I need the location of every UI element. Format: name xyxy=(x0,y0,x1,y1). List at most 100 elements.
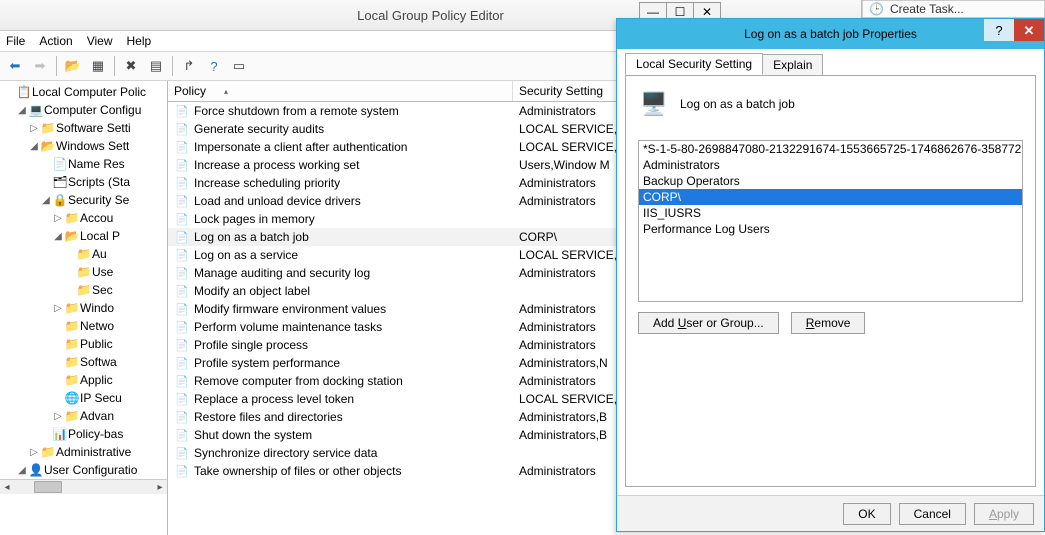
folder-icon: 📁 xyxy=(64,355,80,369)
tree-item[interactable]: ◢💻Computer Configu xyxy=(0,101,167,119)
policy-name-cell: Profile system performance xyxy=(194,356,340,370)
remove-button[interactable]: Remove xyxy=(791,312,866,334)
menu-help[interactable]: Help xyxy=(127,34,152,48)
policy-name-cell: Increase scheduling priority xyxy=(194,176,340,190)
tab-panel-local: 🖥️ Log on as a batch job *S-1-5-80-26988… xyxy=(625,75,1036,487)
tree-item-label: Sec xyxy=(92,283,113,297)
tree-item-label: Netwo xyxy=(80,319,114,333)
create-task-label: Create Task... xyxy=(890,2,964,16)
policy-name-cell: Lock pages in memory xyxy=(194,212,315,226)
tab-explain[interactable]: Explain xyxy=(762,54,823,75)
dialog-titlebar: Log on as a batch job Properties ? ✕ xyxy=(617,19,1044,49)
tree-expander-icon[interactable]: ◢ xyxy=(16,465,28,476)
apply-button[interactable]: Apply xyxy=(974,503,1034,525)
tree-item[interactable]: ◢📂Windows Sett xyxy=(0,137,167,155)
cancel-button[interactable]: Cancel xyxy=(899,503,966,525)
tree-item-label: Use xyxy=(92,265,113,279)
member-item[interactable]: IIS_IUSRS xyxy=(639,205,1022,221)
tree-expander-icon[interactable]: ◢ xyxy=(40,195,52,206)
menu-file[interactable]: File xyxy=(6,34,25,48)
tree-item[interactable]: 📁Softwa xyxy=(0,353,167,371)
policy-icon: 📄 xyxy=(174,321,190,334)
show-hide-tree-button[interactable]: ▦ xyxy=(87,55,109,77)
dialog-close-button[interactable]: ✕ xyxy=(1014,19,1044,41)
members-listbox[interactable]: *S-1-5-80-2698847080-2132291674-15536657… xyxy=(638,140,1023,302)
tree-item[interactable]: 📁Public xyxy=(0,335,167,353)
filter-button[interactable]: ▭ xyxy=(228,55,250,77)
tree-item[interactable]: 🗂Scripts (Sta xyxy=(0,173,167,191)
member-buttons: Add User or Group... Remove xyxy=(638,312,1023,334)
tree-item[interactable]: ▷📁Accou xyxy=(0,209,167,227)
policy-icon: 📄 xyxy=(174,339,190,352)
policy-icon: 📄 xyxy=(174,375,190,388)
dialog-body: Local Security Setting Explain 🖥️ Log on… xyxy=(617,49,1044,495)
tree-expander-icon[interactable]: ▷ xyxy=(52,411,64,422)
add-user-or-group-button[interactable]: Add User or Group... xyxy=(638,312,779,334)
tree-item-label: Name Res xyxy=(68,157,125,171)
policy-name-cell: Shut down the system xyxy=(194,428,312,442)
tree-expander-icon[interactable]: ◢ xyxy=(28,141,40,152)
tab-local-security-setting[interactable]: Local Security Setting xyxy=(625,53,763,75)
member-item[interactable]: Performance Log Users xyxy=(639,221,1022,237)
task-icon: 🕒 xyxy=(869,2,884,16)
policy-icon: 📄 xyxy=(174,411,190,424)
menu-view[interactable]: View xyxy=(87,34,113,48)
create-task-item[interactable]: 🕒 Create Task... xyxy=(862,0,1045,18)
tree-item[interactable]: 📁Netwo xyxy=(0,317,167,335)
tree-item[interactable]: 📋Local Computer Polic xyxy=(0,83,167,101)
export-button[interactable]: ↱ xyxy=(178,55,200,77)
policy-name-cell: Modify firmware environment values xyxy=(194,302,386,316)
folder-icon: 🔒 xyxy=(52,193,68,207)
member-item[interactable]: *S-1-5-80-2698847080-2132291674-15536657… xyxy=(639,141,1022,157)
folder-icon: 📁 xyxy=(76,265,92,279)
tree-item[interactable]: ▷📁Advan xyxy=(0,407,167,425)
tree-expander-icon[interactable]: ◢ xyxy=(52,231,64,242)
scope-tree[interactable]: 📋Local Computer Polic◢💻Computer Configu▷… xyxy=(0,81,168,535)
tree-item[interactable]: 📁Applic xyxy=(0,371,167,389)
member-item[interactable]: Administrators xyxy=(639,157,1022,173)
help-button[interactable]: ? xyxy=(203,55,225,77)
tree-item[interactable]: 📊Policy-bas xyxy=(0,425,167,443)
tree-item[interactable]: ▷📁Administrative xyxy=(0,443,167,461)
policy-name-cell: Synchronize directory service data xyxy=(194,446,377,460)
tree-item[interactable]: ▷📁Windo xyxy=(0,299,167,317)
policy-icon: 📄 xyxy=(174,393,190,406)
member-item[interactable]: Backup Operators xyxy=(639,173,1022,189)
policy-icon: 📄 xyxy=(174,195,190,208)
up-button[interactable]: 📂 xyxy=(62,55,84,77)
policy-name-cell: Force shutdown from a remote system xyxy=(194,104,399,118)
tree-item-label: Scripts (Sta xyxy=(68,175,130,189)
tree-expander-icon[interactable]: ▷ xyxy=(52,303,64,314)
dialog-help-button[interactable]: ? xyxy=(984,19,1014,41)
ok-button[interactable]: OK xyxy=(843,503,890,525)
tree-expander-icon[interactable]: ▷ xyxy=(28,447,40,458)
policy-icon: 📄 xyxy=(174,105,190,118)
policy-header: 🖥️ Log on as a batch job xyxy=(638,88,1023,120)
tree-expander-icon[interactable]: ▷ xyxy=(28,123,40,134)
tree-item-label: Local P xyxy=(80,229,120,243)
tree-item[interactable]: ◢🔒Security Se xyxy=(0,191,167,209)
forward-button[interactable]: ➡ xyxy=(29,55,51,77)
menu-action[interactable]: Action xyxy=(39,34,72,48)
member-item[interactable]: CORP\ xyxy=(639,189,1022,205)
tree-item[interactable]: 🌐IP Secu xyxy=(0,389,167,407)
column-header-policy[interactable]: Policy ▴ xyxy=(168,81,513,101)
tree-expander-icon[interactable]: ▷ xyxy=(52,213,64,224)
tree-item[interactable]: 📁Use xyxy=(0,263,167,281)
policy-name-cell: Manage auditing and security log xyxy=(194,266,370,280)
tree-expander-icon[interactable]: ◢ xyxy=(16,105,28,116)
tree-item-label: Windows Sett xyxy=(56,139,129,153)
properties-button[interactable]: ▤ xyxy=(145,55,167,77)
tree-item[interactable]: 📁Sec xyxy=(0,281,167,299)
tree-item-label: Au xyxy=(92,247,107,261)
tree-item[interactable]: 📁Au xyxy=(0,245,167,263)
tree-horizontal-scrollbar[interactable]: ◂ ▸ xyxy=(0,479,167,494)
tree-item[interactable]: ◢📂Local P xyxy=(0,227,167,245)
scrollbar-thumb[interactable] xyxy=(34,481,62,493)
tree-item[interactable]: 📄Name Res xyxy=(0,155,167,173)
tree-item[interactable]: ▷📁Software Setti xyxy=(0,119,167,137)
back-button[interactable]: ⬅ xyxy=(4,55,26,77)
policy-name-cell: Impersonate a client after authenticatio… xyxy=(194,140,407,154)
delete-button[interactable]: ✖ xyxy=(120,55,142,77)
tree-item[interactable]: ◢👤User Configuratio xyxy=(0,461,167,479)
